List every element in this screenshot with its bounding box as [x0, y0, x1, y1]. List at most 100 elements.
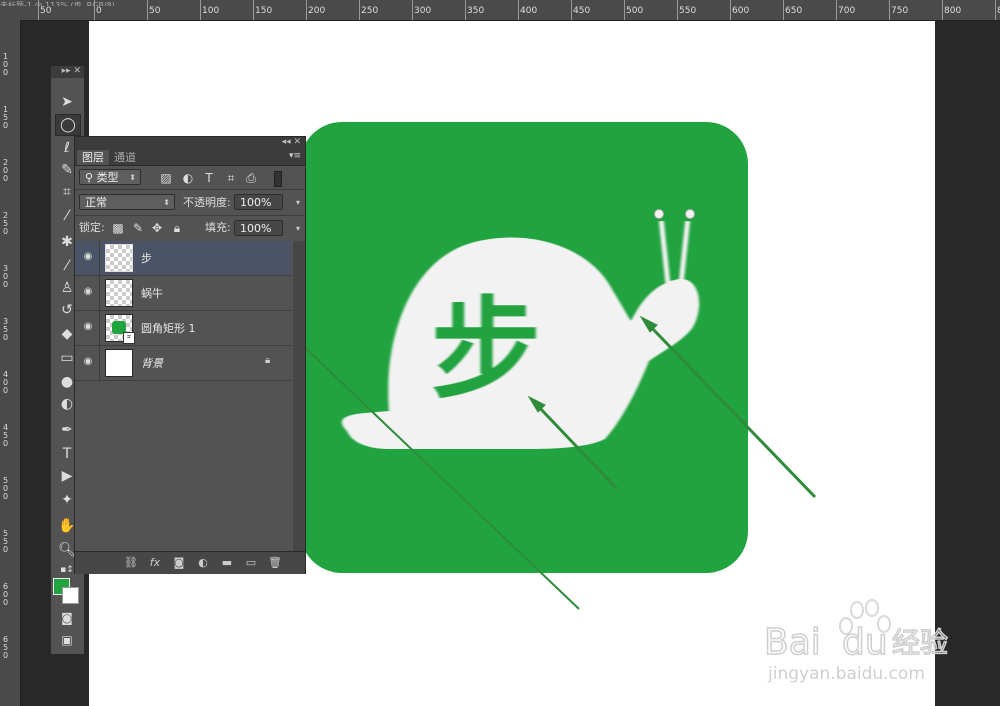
- layer-name[interactable]: 步: [141, 250, 152, 266]
- ruler-tick-label: 450: [3, 423, 9, 448]
- layers-panel-header[interactable]: ◂◂ ✕: [75, 137, 305, 149]
- ruler-tick-label: 500: [3, 476, 9, 501]
- tab-channels[interactable]: 通道: [109, 150, 141, 165]
- layer-row-background[interactable]: ◉ 背景 🔒︎: [75, 346, 291, 381]
- ruler-tick-label: 600: [3, 582, 9, 607]
- eye-icon[interactable]: ◉: [81, 356, 95, 368]
- ruler-tick-label: 750: [891, 6, 909, 16]
- ruler-tick: [412, 0, 413, 20]
- quick-mask-icon[interactable]: ◙: [55, 608, 79, 628]
- fill-value: 100%: [240, 222, 272, 235]
- chevron-down-icon[interactable]: ▾: [296, 195, 300, 211]
- ruler-tick-label: 550: [3, 529, 9, 554]
- lock-image-pixels-icon[interactable]: ✎: [131, 221, 145, 235]
- document-tab[interactable]: 未标题-1 @ 113% (步, RGB/8): [0, 0, 200, 6]
- adjustment-layer-icon[interactable]: ◐: [195, 555, 211, 571]
- ruler-tick-label: 350: [3, 317, 9, 342]
- add-mask-icon[interactable]: ◙: [171, 555, 187, 571]
- layer-name[interactable]: 圆角矩形 1: [141, 320, 196, 336]
- ruler-tick: [836, 0, 837, 20]
- ruler-tick-label: 400: [3, 370, 9, 395]
- ruler-tick-label: 450: [573, 6, 591, 16]
- watermark-brand-b: du: [842, 622, 888, 663]
- ruler-tick-label: 800: [944, 6, 962, 16]
- adjustment-filter-icon[interactable]: ◐: [181, 171, 195, 185]
- filter-toggle-switch[interactable]: [274, 171, 282, 187]
- screen-mode-icon[interactable]: ▣: [55, 630, 79, 650]
- ruler-tick-label: 650: [3, 635, 9, 660]
- lock-row: 锁定: ▩ ✎ ✥ 🔒︎ 填充: 100% ▾: [75, 217, 305, 239]
- ruler-tick-label: 50: [149, 6, 161, 16]
- link-layers-icon[interactable]: ⛓: [123, 555, 139, 571]
- ruler-tick-label: 150: [3, 105, 9, 130]
- layer-style-button[interactable]: fx: [147, 555, 163, 571]
- ruler-tick: [995, 0, 996, 20]
- ruler-tick: [730, 0, 731, 20]
- blend-row: 正常 ⬍ 不透明度: 100% ▾: [75, 191, 305, 215]
- layer-name[interactable]: 背景: [141, 355, 163, 371]
- layer-filter-row: ⚲ 类型 ⬍ ▨ ◐ T ⌗ ⎙: [75, 167, 305, 189]
- snail-eye-right: [685, 209, 695, 219]
- ruler-tick-label: 100: [202, 6, 220, 16]
- ruler-tick-label: 500: [626, 6, 644, 16]
- blend-mode-dropdown[interactable]: 正常 ⬍: [79, 194, 175, 210]
- ruler-tick-label: 550: [679, 6, 697, 16]
- vector-mask-icon: ⌗: [123, 332, 135, 344]
- eye-icon[interactable]: ◉: [81, 251, 95, 263]
- baidu-jingyan-watermark: Bai du 经验 jingyan.baidu.com: [763, 599, 949, 684]
- chevron-down-icon[interactable]: ▾: [296, 221, 300, 237]
- snail-eye-left: [654, 209, 664, 219]
- filter-kind-label: 类型: [96, 171, 119, 184]
- shape-filter-icon[interactable]: ⌗: [224, 171, 238, 185]
- ruler-tick: [306, 0, 307, 20]
- blend-mode-label: 正常: [85, 196, 107, 209]
- vertical-ruler[interactable]: 100 150 200 250 300 350 400 450 500 550 600 650: [0, 20, 21, 706]
- ruler-tick: [253, 0, 254, 20]
- layer-thumbnail[interactable]: ⌗: [105, 314, 135, 344]
- lock-all-icon[interactable]: 🔒︎: [170, 221, 184, 235]
- layers-panel: ◂◂ ✕ 图层 通道 ▾≡ ⚲ 类型 ⬍ ▨ ◐ T ⌗ ⎙ 正常 ⬍ 不透明度…: [74, 136, 306, 574]
- smart-object-filter-icon[interactable]: ⎙: [244, 171, 258, 185]
- new-group-icon[interactable]: ▬: [219, 555, 235, 571]
- search-icon: ⚲: [85, 171, 97, 184]
- delete-layer-icon[interactable]: 🗑︎: [267, 555, 283, 571]
- layer-thumbnail[interactable]: [105, 279, 133, 307]
- lock-position-icon[interactable]: ✥: [150, 221, 164, 235]
- panel-menu-icon[interactable]: ▾≡: [289, 151, 301, 161]
- ruler-tick: [465, 0, 466, 20]
- layer-thumbnail[interactable]: [105, 244, 133, 272]
- ruler-tick: [200, 0, 201, 20]
- layer-thumbnail[interactable]: [105, 349, 133, 377]
- ruler-tick-label: 150: [255, 6, 273, 16]
- background-color-swatch[interactable]: [62, 587, 79, 604]
- tools-panel-header[interactable]: ▸▸ ✕: [51, 66, 84, 78]
- ruler-tick: [942, 0, 943, 20]
- filter-kind-dropdown[interactable]: ⚲ 类型 ⬍: [79, 169, 141, 185]
- new-layer-icon[interactable]: ▭: [243, 555, 259, 571]
- layer-row-step[interactable]: ◉ 步: [75, 241, 291, 276]
- ruler-tick-label: 200: [308, 6, 326, 16]
- ruler-tick: [518, 0, 519, 20]
- eye-icon[interactable]: ◉: [81, 286, 95, 298]
- lock-transparent-pixels-icon[interactable]: ▩: [111, 221, 125, 235]
- tab-layers[interactable]: 图层: [77, 150, 109, 165]
- fill-field[interactable]: 100% ▾: [234, 220, 300, 236]
- layer-row-snail[interactable]: ◉ 蜗牛: [75, 276, 291, 311]
- panel-tabs: 图层 通道 ▾≡: [75, 149, 305, 166]
- opacity-field[interactable]: 100% ▾: [234, 194, 300, 210]
- eye-icon[interactable]: ◉: [81, 321, 95, 333]
- layer-name[interactable]: 蜗牛: [141, 285, 163, 301]
- layer-list-scrollbar[interactable]: [293, 241, 305, 551]
- ruler-tick-label: 0: [96, 6, 102, 16]
- layer-row-rounded-rect[interactable]: ◉ ⌗ 圆角矩形 1: [75, 311, 291, 346]
- lock-label: 锁定:: [79, 221, 105, 234]
- type-filter-icon[interactable]: T: [202, 171, 216, 185]
- ruler-tick: [783, 0, 784, 20]
- ruler-tick-label: 700: [838, 6, 856, 16]
- fill-label: 填充:: [205, 221, 231, 234]
- ruler-tick-label: 200: [3, 158, 9, 183]
- pixel-filter-icon[interactable]: ▨: [159, 171, 173, 185]
- ruler-tick-label: 250: [361, 6, 379, 16]
- move-tool-icon[interactable]: ➤: [55, 92, 79, 112]
- elliptical-marquee-tool-icon[interactable]: ◯: [55, 114, 81, 136]
